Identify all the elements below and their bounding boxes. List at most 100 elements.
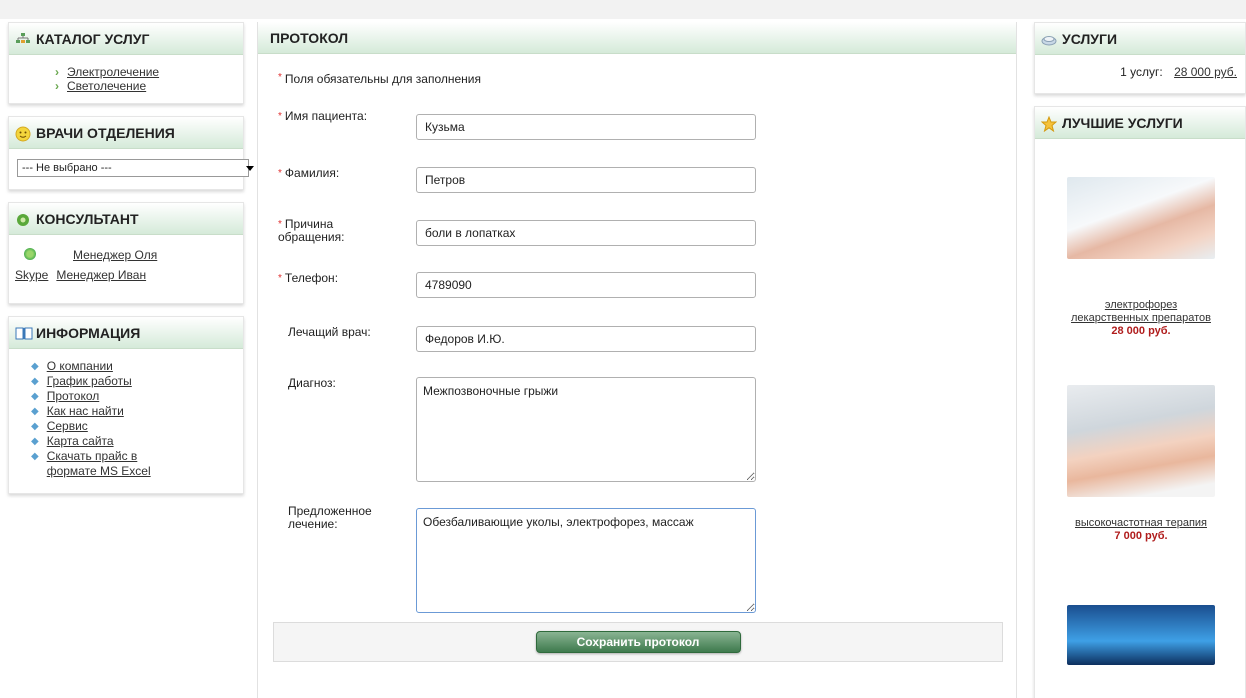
info-link-about[interactable]: О компании (47, 359, 113, 374)
best-item-price: 7 000 руб. (1114, 530, 1168, 542)
save-bar: Сохранить протокол (273, 622, 1003, 662)
doctor-input[interactable] (416, 326, 756, 352)
first-name-label: * Имя пациента: (278, 109, 368, 123)
last-name-input[interactable] (416, 167, 756, 193)
consultant-title: КОНСУЛЬТАНТ (36, 210, 139, 227)
bullet-icon: ◆ (31, 406, 39, 417)
catalog-link-light[interactable]: Светолечение (67, 79, 146, 93)
reason-input[interactable] (416, 220, 756, 246)
required-note: * Поля обязательны для заполнения (278, 72, 481, 86)
protocol-panel: ПРОТОКОЛ * Поля обязательны для заполнени… (257, 22, 1017, 698)
list-item: ◆ Карта сайта (31, 434, 243, 449)
services-count: 1 услуг: (1120, 65, 1163, 79)
treatment-textarea[interactable]: Обезбаливающие уколы, электрофорез, масс… (416, 508, 756, 613)
bullet-icon: ◆ (31, 451, 39, 462)
catalog-header: КАТАЛОГ УСЛУГ (9, 23, 243, 55)
best-services-header: ЛУЧШИЕ УСЛУГИ (1035, 107, 1245, 139)
info-link-price-format[interactable]: формате MS Excel (47, 464, 151, 479)
list-item: ◆ О компании (31, 359, 243, 374)
consultant-row: Skype Менеджер Иван (15, 265, 243, 285)
doctor-select-value: --- Не выбрано --- (22, 162, 112, 174)
hf-therapy-image[interactable] (1067, 385, 1215, 497)
best-item (1035, 605, 1246, 665)
catalog-list: Электролечение Светолечение (9, 55, 243, 103)
list-item: ◆формате MS Excel (31, 464, 243, 479)
skype-link[interactable]: Skype (15, 268, 48, 282)
services-total-link[interactable]: 28 000 руб. (1174, 65, 1237, 79)
best-services-box: ЛУЧШИЕ УСЛУГИ электрофорез лекарственных … (1034, 106, 1246, 698)
cart-icon (1041, 32, 1057, 46)
doctors-box: ВРАЧИ ОТДЕЛЕНИЯ --- Не выбрано --- (8, 116, 254, 190)
diagnosis-label: Диагноз: (288, 376, 336, 390)
first-name-input[interactable] (416, 114, 756, 140)
electrophoresis-image[interactable] (1067, 177, 1215, 259)
bullet-icon: ◆ (31, 391, 39, 402)
info-link-find-us[interactable]: Как нас найти (47, 404, 124, 419)
treatment-label: Предложенное лечение: (288, 504, 372, 531)
phone-input[interactable] (416, 272, 756, 298)
info-header: ИНФОРМАЦИЯ (9, 317, 243, 349)
info-link-service[interactable]: Сервис (47, 419, 88, 434)
info-box: ИНФОРМАЦИЯ ◆ О компании ◆ График работы ◆ П… (8, 316, 244, 494)
best-services-list: электрофорез лекарственных препаратов 28 … (1035, 139, 1245, 698)
best-item-title[interactable]: электрофорез лекарственных препаратов (1035, 299, 1246, 325)
services-header: УСЛУГИ (1035, 23, 1245, 55)
consultant-box: КОНСУЛЬТАНТ Менеджер Оля Skype Менеджер … (8, 202, 244, 304)
doctors-title: ВРАЧИ ОТДЕЛЕНИЯ (36, 124, 175, 141)
protocol-title: ПРОТОКОЛ (270, 29, 349, 46)
consultant-row: Менеджер Оля (15, 245, 243, 265)
protocol-header: ПРОТОКОЛ (258, 22, 1016, 54)
catalog-title: КАТАЛОГ УСЛУГ (36, 30, 150, 47)
last-name-label: * Фамилия: (278, 166, 340, 180)
info-title: ИНФОРМАЦИЯ (36, 324, 141, 341)
gear-flower-icon (15, 212, 31, 226)
skype-status-icon (24, 247, 36, 260)
top-bar (0, 0, 1246, 19)
bullet-icon: ◆ (31, 436, 39, 447)
bullet-icon: ◆ (31, 361, 39, 372)
list-item: ◆ Протокол (31, 389, 243, 404)
info-link-schedule[interactable]: График работы (47, 374, 132, 389)
best-services-title: ЛУЧШИЕ УСЛУГИ (1062, 114, 1183, 131)
bullet-icon: ◆ (31, 376, 39, 387)
info-list: ◆ О компании ◆ График работы ◆ Протокол ◆ Ка… (9, 349, 243, 493)
info-link-sitemap[interactable]: Карта сайта (47, 434, 114, 449)
doctor-label: Лечащий врач: (288, 325, 371, 339)
list-item: ◆ Скачать прайс в (31, 449, 243, 464)
left-column: КАТАЛОГ УСЛУГ Электролечение Светолечени… (8, 22, 254, 506)
best-item: электрофорез лекарственных препаратов 28 … (1035, 177, 1246, 337)
services-title: УСЛУГИ (1062, 30, 1118, 47)
best-item: высокочастотная терапия 7 000 руб. (1035, 385, 1246, 542)
consultant-header: КОНСУЛЬТАНТ (9, 203, 243, 235)
smiley-icon (15, 126, 31, 141)
doctors-header: ВРАЧИ ОТДЕЛЕНИЯ (9, 117, 243, 149)
list-item: ◆ Как нас найти (31, 404, 243, 419)
services-summary: 1 услуг: 28 000 руб. (1035, 55, 1245, 93)
diagnosis-textarea[interactable]: Межпозвоночные грыжи (416, 377, 756, 482)
manager-olya-link[interactable]: Менеджер Оля (73, 248, 157, 262)
required-star-icon: * (278, 72, 282, 83)
doctor-select[interactable]: --- Не выбрано --- (17, 159, 254, 177)
book-icon (15, 326, 33, 340)
list-item: Электролечение (55, 65, 243, 79)
star-icon (1040, 115, 1058, 132)
list-item: ◆ Сервис (31, 419, 243, 434)
right-column: УСЛУГИ 1 услуг: 28 000 руб. ЛУЧШИЕ УСЛУГ… (1034, 22, 1246, 698)
bullet-icon: ◆ (31, 421, 39, 432)
manager-ivan-link[interactable]: Менеджер Иван (56, 268, 146, 282)
best-item-price: 28 000 руб. (1111, 325, 1171, 337)
info-link-protocol[interactable]: Протокол (47, 389, 100, 404)
best-item-title[interactable]: высокочастотная терапия (1035, 517, 1246, 530)
catalog-icon (15, 32, 31, 46)
list-item: ◆ График работы (31, 374, 243, 389)
consultant-list: Менеджер Оля Skype Менеджер Иван (9, 235, 243, 303)
phone-label: * Телефон: (278, 271, 339, 285)
save-protocol-button[interactable]: Сохранить протокол (535, 631, 741, 653)
info-link-price-download[interactable]: Скачать прайс в (47, 449, 138, 464)
services-box: УСЛУГИ 1 услуг: 28 000 руб. (1034, 22, 1246, 94)
list-item: Светолечение (55, 79, 243, 93)
catalog-link-electro[interactable]: Электролечение (67, 65, 159, 79)
chevron-down-icon[interactable] (246, 165, 254, 171)
solarium-image[interactable] (1067, 605, 1215, 665)
reason-label: * Причина обращения: (278, 217, 345, 244)
